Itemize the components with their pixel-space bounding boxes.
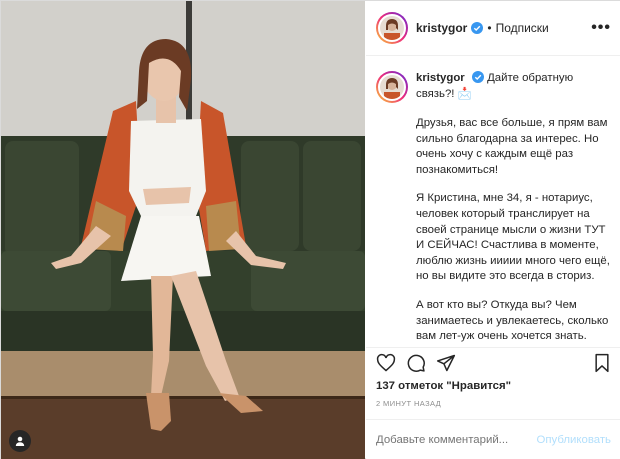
header-username[interactable]: kristygor: [416, 21, 467, 35]
bookmark-icon[interactable]: [593, 353, 611, 373]
separator-dot: •: [487, 21, 492, 35]
post-timestamp[interactable]: 2 МИНУТ НАЗАД: [376, 399, 441, 408]
paper-plane-icon[interactable]: [436, 353, 456, 373]
following-button[interactable]: Подписки: [496, 21, 549, 35]
instagram-post-window: kristygor • Подписки ••• kristygor Дайте…: [0, 0, 620, 459]
likes-count[interactable]: 137 отметок "Нравится": [376, 380, 511, 392]
avatar[interactable]: [376, 12, 408, 44]
caption-username[interactable]: kristygor: [416, 72, 465, 84]
post-header: kristygor • Подписки •••: [366, 1, 620, 56]
user-tag-icon[interactable]: [9, 430, 31, 452]
caption-lead: kristygor Дайте обратную связь?! 📩: [416, 71, 611, 103]
verified-badge-icon: [471, 71, 484, 83]
caption-row: kristygor Дайте обратную связь?! 📩: [376, 71, 611, 103]
action-bar: [366, 347, 620, 377]
caption-paragraph-1: Друзья, вас все больше, я прям вам сильн…: [416, 117, 608, 176]
comment-icon[interactable]: [406, 353, 426, 373]
more-options-icon[interactable]: •••: [591, 19, 611, 37]
caption-avatar[interactable]: [376, 71, 408, 103]
caption-paragraph-2: Я Кристина, мне 34, я - нотариус, челове…: [416, 192, 610, 283]
post-sidebar: kristygor • Подписки ••• kristygor Дайте…: [366, 1, 620, 459]
comment-form: Опубликовать: [366, 419, 620, 459]
publish-button[interactable]: Опубликовать: [537, 434, 611, 446]
comment-input[interactable]: [376, 434, 526, 446]
post-photo[interactable]: [1, 1, 365, 459]
photo-illustration: [1, 1, 365, 459]
verified-badge-icon: [471, 22, 484, 34]
caption-scroll-area[interactable]: kristygor Дайте обратную связь?! 📩 Друзь…: [366, 57, 620, 347]
caption-paragraph-3: А вот кто вы? Откуда вы? Чем занимаетесь…: [416, 298, 609, 343]
heart-icon[interactable]: [376, 353, 396, 373]
